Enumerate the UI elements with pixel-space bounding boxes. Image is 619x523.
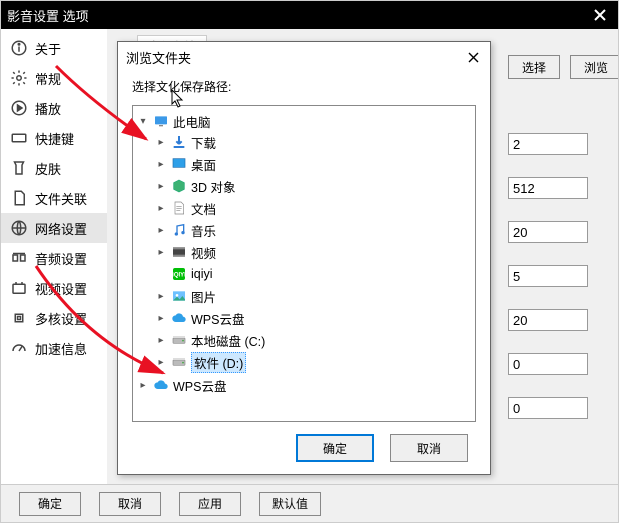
video-icon	[9, 278, 29, 298]
sidebar-item-video[interactable]: 视频设置	[1, 273, 107, 303]
tree-node[interactable]: ▸软件 (D:)	[155, 352, 473, 372]
tree-node[interactable]: ▸WPS云盘	[137, 375, 473, 395]
sidebar-item-label: 视频设置	[35, 279, 87, 298]
sidebar-item-label: 音频设置	[35, 249, 87, 268]
value-input-5[interactable]	[508, 353, 588, 375]
sidebar-item-label: 快捷键	[35, 129, 74, 148]
info-icon	[9, 38, 29, 58]
folder-icon	[171, 288, 187, 304]
tree-node[interactable]: ▸下载	[155, 132, 473, 152]
tree-node[interactable]: iQIYIiqiyi	[155, 264, 473, 284]
tree-node[interactable]: ▸视频	[155, 242, 473, 262]
sidebar-item-skin[interactable]: 皮肤	[1, 153, 107, 183]
dialog-cancel-button[interactable]: 取消	[390, 434, 468, 462]
gear-icon	[9, 68, 29, 88]
default-button[interactable]: 默认值	[259, 492, 321, 516]
browse-button[interactable]: 浏览	[570, 55, 619, 79]
value-input-6[interactable]	[508, 397, 588, 419]
sidebar-item-network[interactable]: 网络设置	[1, 213, 107, 243]
speed-icon	[9, 338, 29, 358]
tree-node[interactable]: ▸桌面	[155, 154, 473, 174]
sidebar-item-playback[interactable]: 播放	[1, 93, 107, 123]
window-title: 影音设置 选项	[7, 6, 89, 25]
cpu-icon	[9, 308, 29, 328]
sidebar-item-label: 文件关联	[35, 189, 87, 208]
cancel-button[interactable]: 取消	[99, 492, 161, 516]
sidebar-item-label: 皮肤	[35, 159, 61, 178]
folder-icon	[171, 244, 187, 260]
sidebar-item-label: 多核设置	[35, 309, 87, 328]
tree-node[interactable]: ▸文档	[155, 198, 473, 218]
sidebar-item-general[interactable]: 常规	[1, 63, 107, 93]
tree-node[interactable]: ▸WPS云盘	[155, 308, 473, 328]
file-icon	[9, 188, 29, 208]
folder-icon: iQIYI	[171, 266, 187, 282]
ok-button[interactable]: 确定	[19, 492, 81, 516]
tree-node[interactable]: ▸图片	[155, 286, 473, 306]
close-icon[interactable]	[588, 3, 612, 27]
folder-icon	[171, 332, 187, 348]
tree-node[interactable]: ▸音乐	[155, 220, 473, 240]
pc-icon	[153, 113, 169, 129]
sidebar-item-label: 关于	[35, 39, 61, 58]
folder-icon	[171, 354, 187, 370]
audio-icon	[9, 248, 29, 268]
value-input-0[interactable]	[508, 133, 588, 155]
dialog-ok-button[interactable]: 确定	[296, 434, 374, 462]
folder-icon	[171, 222, 187, 238]
sidebar-item-multicore[interactable]: 多核设置	[1, 303, 107, 333]
folder-icon	[171, 178, 187, 194]
close-icon[interactable]	[464, 48, 482, 66]
footer-bar: 确定 取消 应用 默认值	[1, 484, 618, 522]
value-input-4[interactable]	[508, 309, 588, 331]
sidebar-item-accel[interactable]: 加速信息	[1, 333, 107, 363]
tree-node[interactable]: ▸3D 对象	[155, 176, 473, 196]
sidebar-item-label: 常规	[35, 69, 61, 88]
sidebar-item-audio[interactable]: 音频设置	[1, 243, 107, 273]
network-icon	[9, 218, 29, 238]
play-icon	[9, 98, 29, 118]
value-input-2[interactable]	[508, 221, 588, 243]
settings-sidebar: 关于 常规 播放 快捷键 皮肤 文件关联	[1, 29, 107, 484]
sidebar-item-label: 加速信息	[35, 339, 87, 358]
sidebar-item-about[interactable]: 关于	[1, 33, 107, 63]
dialog-hint: 选择文化保存路径:	[118, 72, 490, 105]
sidebar-item-label: 播放	[35, 99, 61, 118]
tree-node[interactable]: ▸本地磁盘 (C:)	[155, 330, 473, 350]
browse-folder-dialog: 浏览文件夹 选择文化保存路径: ▾此电脑▸下载▸桌面▸3D 对象▸文档▸音乐▸视…	[117, 41, 491, 475]
sidebar-item-label: 网络设置	[35, 219, 87, 238]
folder-icon	[171, 200, 187, 216]
select-button[interactable]: 选择	[508, 55, 560, 79]
sidebar-item-hotkeys[interactable]: 快捷键	[1, 123, 107, 153]
svg-text:iQIYI: iQIYI	[172, 273, 186, 279]
value-input-3[interactable]	[508, 265, 588, 287]
skin-icon	[9, 158, 29, 178]
sidebar-item-fileassoc[interactable]: 文件关联	[1, 183, 107, 213]
folder-icon	[171, 134, 187, 150]
apply-button[interactable]: 应用	[179, 492, 241, 516]
dialog-title: 浏览文件夹	[126, 48, 191, 67]
tree-node-this-pc[interactable]: ▾此电脑	[137, 111, 473, 131]
keyboard-icon	[9, 128, 29, 148]
folder-icon	[171, 156, 187, 172]
cloud-icon	[153, 377, 169, 393]
folder-tree[interactable]: ▾此电脑▸下载▸桌面▸3D 对象▸文档▸音乐▸视频iQIYIiqiyi▸图片▸W…	[132, 105, 476, 422]
folder-icon	[171, 310, 187, 326]
value-input-1[interactable]	[508, 177, 588, 199]
